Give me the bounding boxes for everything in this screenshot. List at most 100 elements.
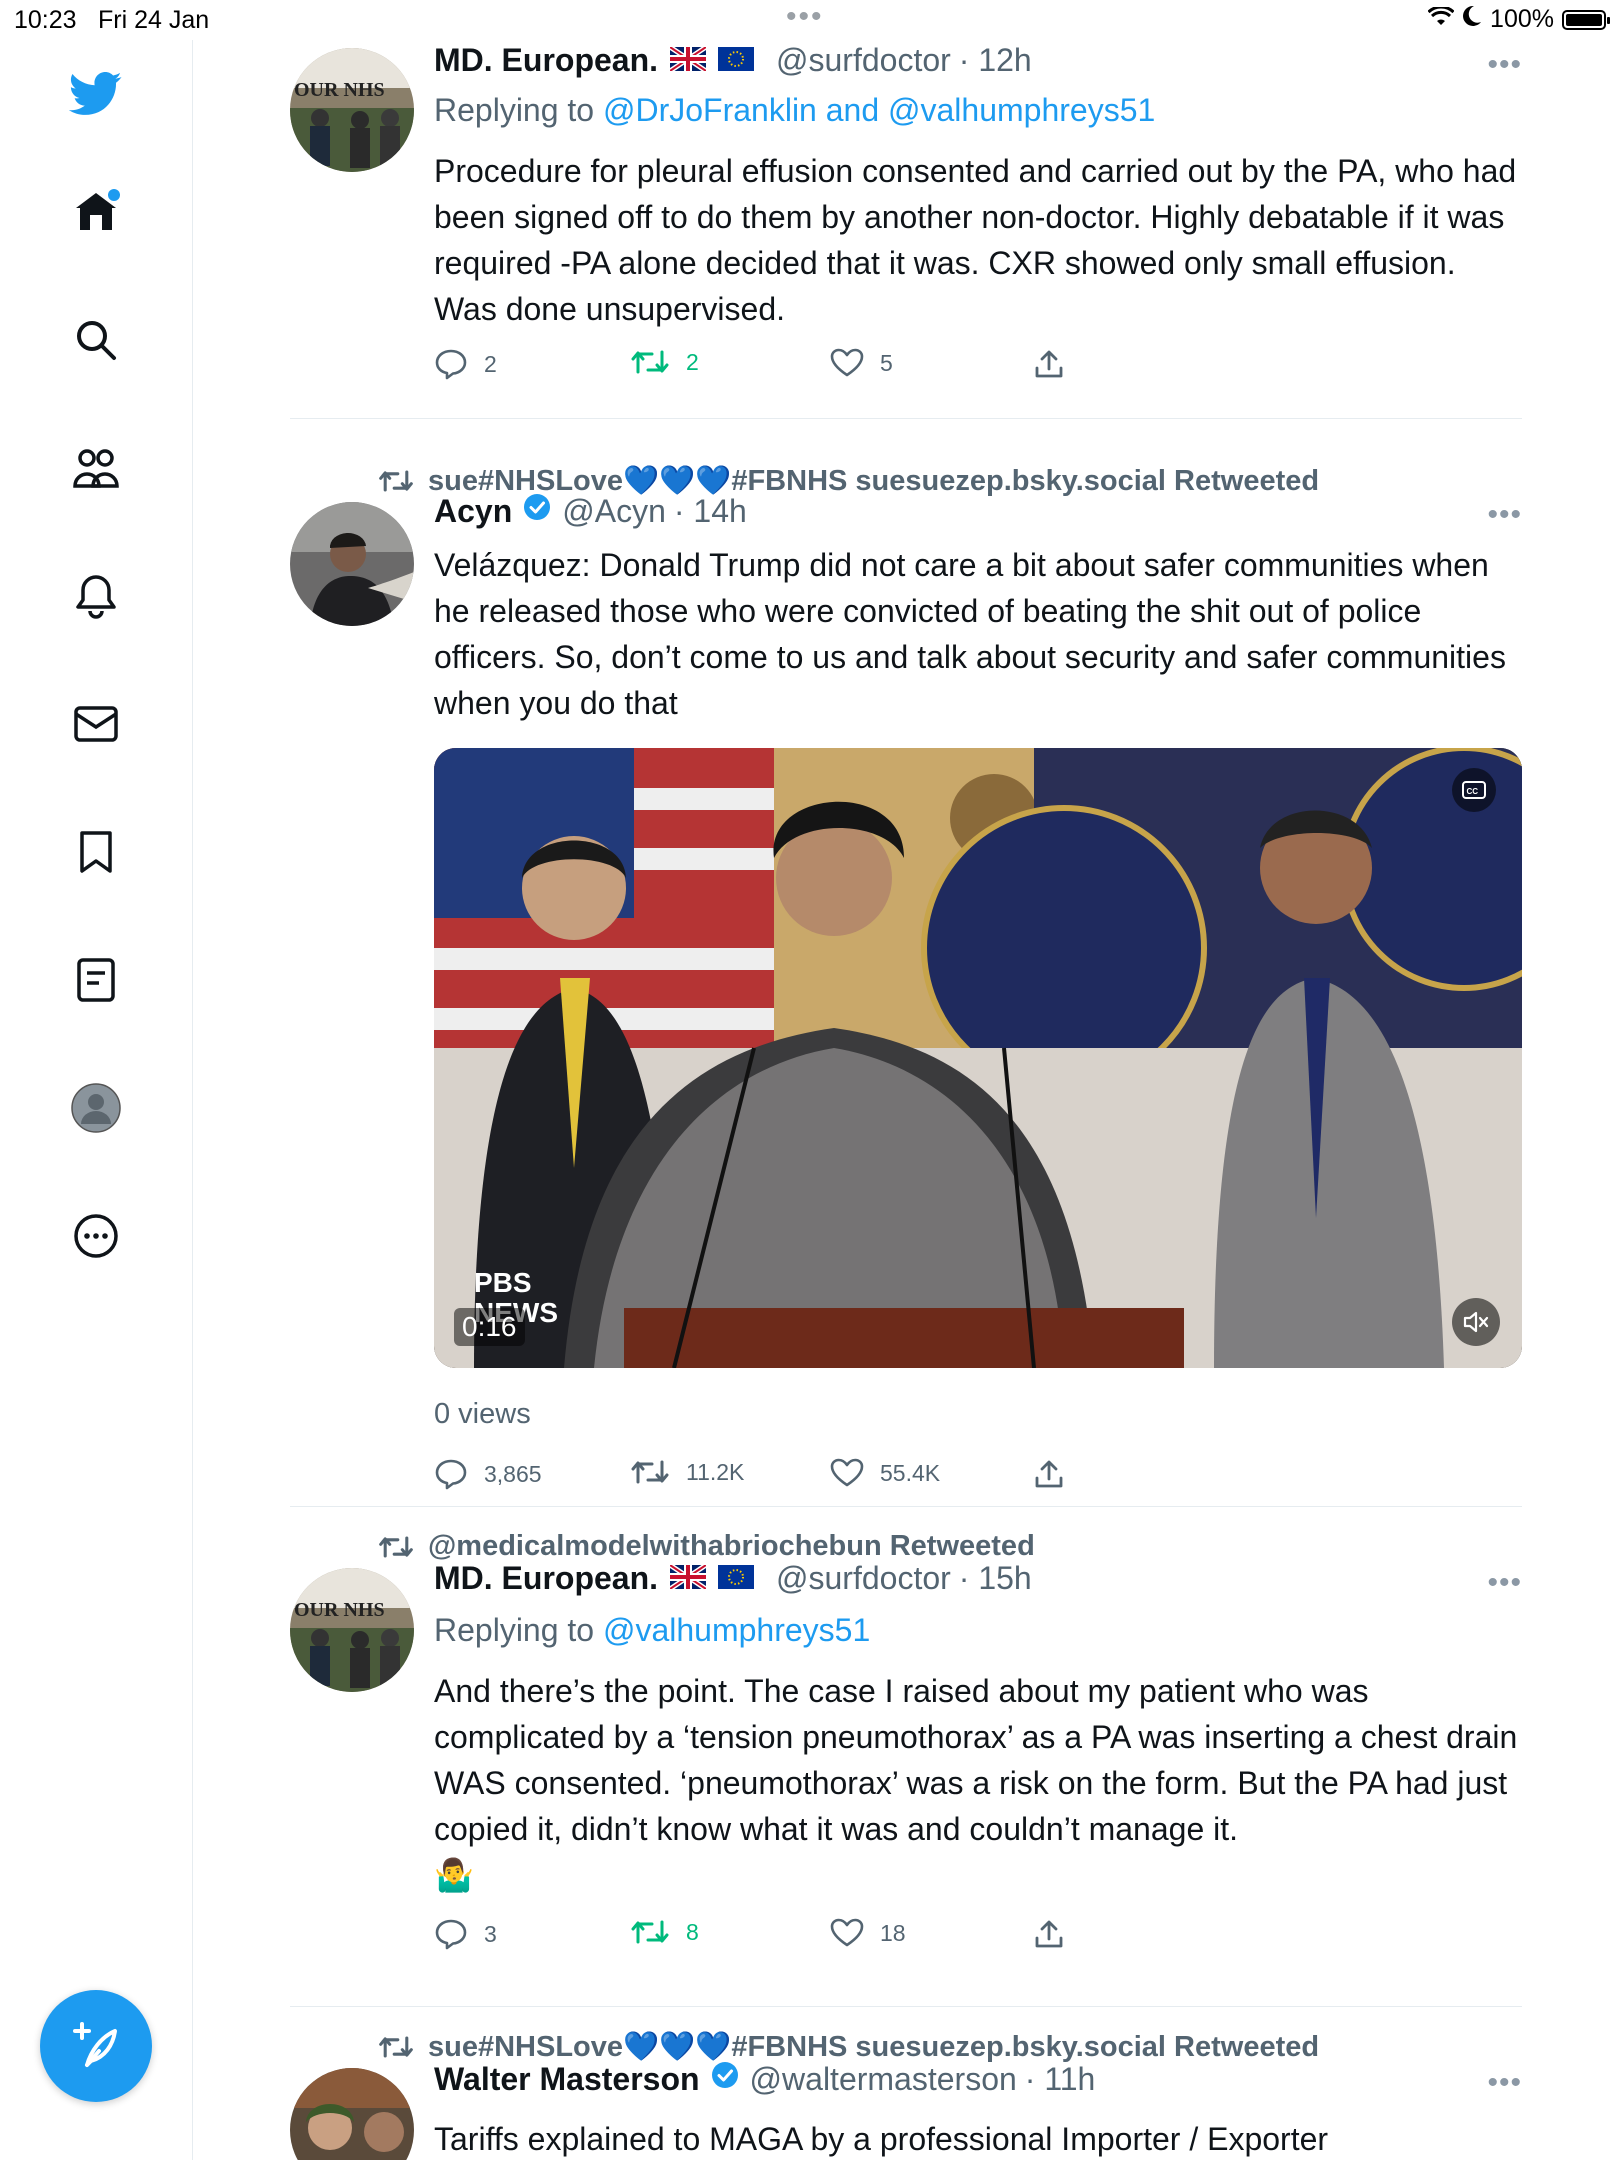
retweet-icon — [631, 350, 669, 374]
heart-icon — [830, 1458, 864, 1487]
speaker-muted-icon — [1463, 1311, 1489, 1333]
tweet-actions: 2 2 5 — [434, 348, 1134, 388]
multitasking-dots-icon[interactable]: ••• — [786, 0, 824, 34]
tweet-time[interactable]: · 15h — [959, 1560, 1032, 1597]
tweet-text: And there’s the point. The case I raised… — [434, 1668, 1524, 1898]
retweet-count: 11.2K — [686, 1458, 745, 1485]
author-handle[interactable]: @waltermasterson — [750, 2061, 1017, 2098]
like-count: 5 — [880, 349, 893, 376]
video-logo-line1: PBS — [474, 1267, 532, 1298]
tweet-acyn[interactable]: sue#NHSLove💙💙💙#FBNHS suesuezep.bsky.soci… — [290, 442, 1522, 1490]
replying-to-link[interactable]: @DrJoFranklin and @valhumphreys51 — [603, 92, 1155, 128]
video-duration: 0:16 — [454, 1308, 525, 1346]
reply-icon — [435, 1919, 467, 1950]
retweet-count: 8 — [686, 1918, 699, 1945]
replying-to-label: Replying to — [434, 1612, 603, 1648]
avatar-walter-masterson[interactable] — [290, 2068, 414, 2160]
retweet-button[interactable]: 2 — [630, 348, 699, 376]
replying-to-link[interactable]: @valhumphreys51 — [603, 1612, 870, 1648]
tweet-surfdoctor-15h[interactable]: @medicalmodelwithabriochebun Retweeted O… — [290, 1530, 1522, 2050]
do-not-disturb-moon-icon — [1462, 5, 1482, 34]
tweet-text: Velázquez: Donald Trump did not care a b… — [434, 547, 1506, 721]
tweet-actions: 3 8 18 — [434, 1918, 1134, 1958]
status-right: 100% — [1427, 5, 1610, 34]
author-handle[interactable]: @Acyn — [562, 493, 666, 530]
search-icon[interactable] — [66, 310, 126, 370]
eu-flag-icon — [718, 1560, 755, 1597]
author-handle[interactable]: @surfdoctor — [776, 42, 951, 79]
tweet-time[interactable]: · 14h — [674, 493, 747, 530]
author-name[interactable]: MD. European. — [434, 1560, 658, 1597]
lists-icon[interactable] — [66, 950, 126, 1010]
replying-to-label: Replying to — [434, 92, 603, 128]
tweet-time[interactable]: · 11h — [1025, 2061, 1096, 2098]
like-button[interactable]: 5 — [830, 348, 893, 378]
tweet-more-icon[interactable]: ••• — [1487, 1566, 1522, 1600]
status-date: Fri 24 Jan — [98, 6, 210, 34]
messages-envelope-icon[interactable] — [66, 694, 126, 754]
tweet-header: MD. European. @surfdoctor · 15h — [434, 1560, 1032, 1597]
cc-icon: CC — [1462, 781, 1486, 799]
svg-text:OUR NHS: OUR NHS — [294, 1599, 385, 1621]
avatar-acyn[interactable] — [290, 502, 414, 626]
reply-button[interactable]: 3,865 — [434, 1458, 542, 1490]
like-button[interactable]: 18 — [830, 1918, 906, 1948]
verified-badge-icon — [710, 2060, 740, 2098]
replying-to: Replying to @valhumphreys51 — [434, 1612, 870, 1649]
retweeted-by-row: @medicalmodelwithabriochebun Retweeted — [378, 1530, 1035, 1563]
home-icon[interactable] — [66, 182, 126, 242]
reply-button[interactable]: 2 — [434, 348, 497, 380]
retweeted-by-label[interactable]: @medicalmodelwithabriochebun Retweeted — [428, 1530, 1035, 1563]
video-player[interactable]: PBSNEWS 0:16 CC — [434, 748, 1522, 1368]
author-name[interactable]: MD. European. — [434, 42, 658, 79]
author-name[interactable]: Walter Masterson — [434, 2061, 700, 2098]
avatar-our-nhs[interactable]: OUR NHS — [290, 1568, 414, 1692]
shrug-emoji: 🤷‍♂️ — [434, 1857, 474, 1893]
tweet-more-icon[interactable]: ••• — [1487, 48, 1522, 82]
tweet-more-icon[interactable]: ••• — [1487, 2066, 1522, 2100]
video-thumbnail — [434, 748, 1522, 1368]
retweeted-by-row: sue#NHSLove💙💙💙#FBNHS suesuezep.bsky.soci… — [378, 2030, 1319, 2064]
compose-feather-icon — [73, 2022, 117, 2067]
mute-button[interactable] — [1452, 1298, 1500, 1346]
like-count: 18 — [880, 1919, 906, 1946]
share-icon — [1035, 350, 1063, 378]
author-handle[interactable]: @surfdoctor — [776, 1560, 951, 1597]
tweet-divider — [290, 418, 1522, 419]
reply-count: 2 — [484, 350, 497, 377]
retweet-button[interactable]: 11.2K — [630, 1458, 744, 1486]
avatar-our-nhs[interactable]: OUR NHS — [290, 48, 414, 172]
sidebar — [0, 40, 193, 2160]
retweet-count: 2 — [686, 348, 699, 375]
reply-button[interactable]: 3 — [434, 1918, 497, 1950]
reply-icon — [435, 1459, 467, 1490]
reply-icon — [435, 349, 467, 380]
wifi-icon — [1427, 5, 1455, 34]
retweet-button[interactable]: 8 — [630, 1918, 699, 1946]
profile-avatar-icon[interactable] — [66, 1078, 126, 1138]
uk-flag-icon — [668, 42, 708, 79]
tweet-text: Procedure for pleural effusion consented… — [434, 153, 1517, 327]
tweet-time[interactable]: · 12h — [959, 42, 1032, 79]
tweet-more-icon[interactable]: ••• — [1487, 498, 1522, 532]
tweet-text-content: And there’s the point. The case I raised… — [434, 1673, 1518, 1847]
tweet-actions: 3,865 11.2K 55.4K — [434, 1458, 1134, 1498]
bookmarks-icon[interactable] — [66, 822, 126, 882]
retweeted-by-label[interactable]: sue#NHSLove💙💙💙#FBNHS suesuezep.bsky.soci… — [428, 2030, 1319, 2064]
heart-icon — [830, 348, 864, 377]
compose-tweet-button[interactable] — [40, 1990, 152, 2102]
twitter-logo-icon[interactable] — [66, 64, 126, 124]
closed-captions-button[interactable]: CC — [1452, 768, 1496, 812]
more-options-icon[interactable] — [66, 1206, 126, 1266]
battery-percent: 100% — [1490, 5, 1554, 33]
share-button[interactable] — [1034, 348, 1064, 380]
like-button[interactable]: 55.4K — [830, 1458, 940, 1488]
tweet-divider — [290, 1506, 1522, 1507]
author-name[interactable]: Acyn — [434, 493, 512, 530]
status-bar: 10:23 Fri 24 Jan ••• 100% — [0, 0, 1620, 40]
communities-icon[interactable] — [66, 438, 126, 498]
share-button[interactable] — [1034, 1918, 1064, 1950]
notifications-bell-icon[interactable] — [66, 566, 126, 626]
tweet-waltermasterson[interactable]: sue#NHSLove💙💙💙#FBNHS suesuezep.bsky.soci… — [290, 2030, 1522, 2160]
share-button[interactable] — [1034, 1458, 1064, 1490]
